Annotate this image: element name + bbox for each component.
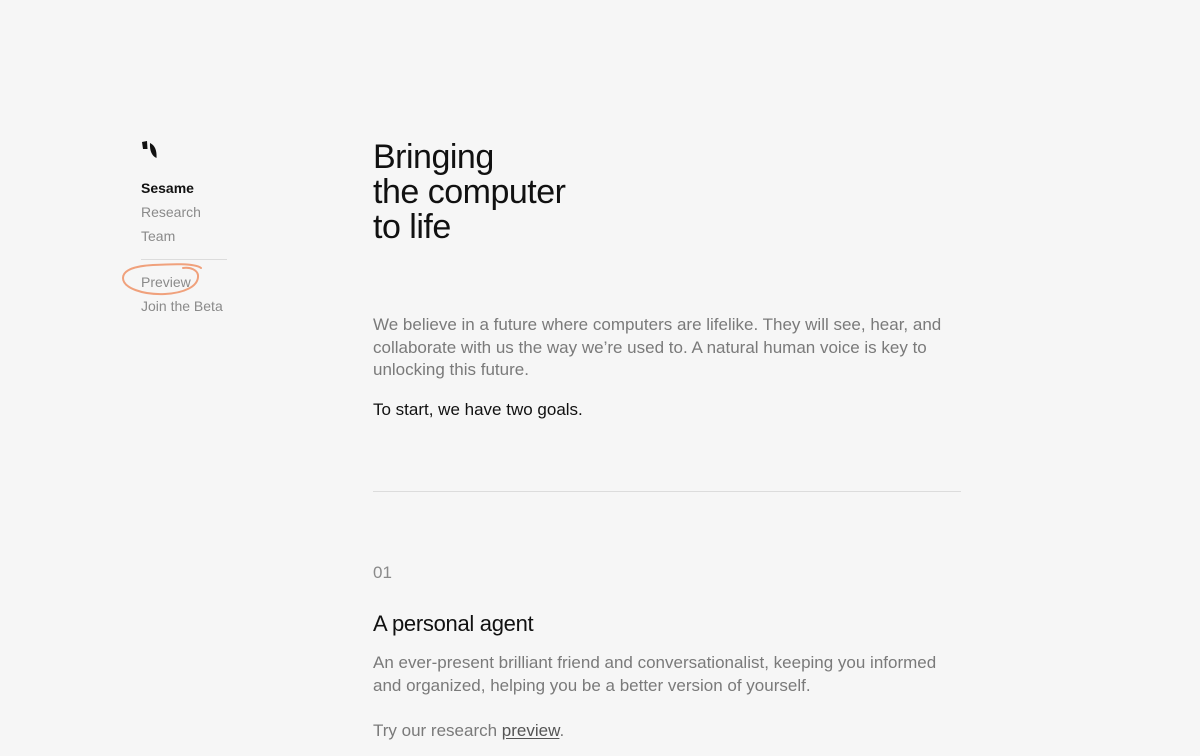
sidebar-item-preview[interactable]: Preview [141,270,227,294]
research-preview-cta: Try our research preview. [373,720,564,742]
sidebar-item-team[interactable]: Team [141,224,227,248]
hero-title-line: the computer [373,173,566,211]
hero-title-line: to life [373,208,451,246]
section-divider [373,491,961,492]
main-content: Bringing the computer to life We believe… [373,140,961,740]
intro-paragraph: We believe in a future where computers a… [373,315,942,379]
section-description: An ever-present brilliant friend and con… [373,653,937,695]
goals-statement: To start, we have two goals. [373,400,583,419]
sidebar-divider [141,259,227,260]
preview-annotation-wrapper: Preview [121,263,227,296]
sidebar: Sesame Research Team Preview Join the Be… [121,140,227,318]
section-title: A personal agent [373,611,534,636]
sidebar-item-join-beta[interactable]: Join the Beta [141,294,227,318]
sidebar-item-research[interactable]: Research [141,200,227,224]
hero-title-line: Bringing [373,138,494,176]
section-number: 01 [373,563,392,582]
cta-suffix: . [559,721,565,740]
sesame-logo-icon[interactable] [141,140,159,160]
sidebar-item-sesame[interactable]: Sesame [141,176,227,200]
cta-prefix: Try our research [373,721,502,740]
preview-link[interactable]: preview [502,721,560,740]
hero-title: Bringing the computer to life [373,140,961,245]
